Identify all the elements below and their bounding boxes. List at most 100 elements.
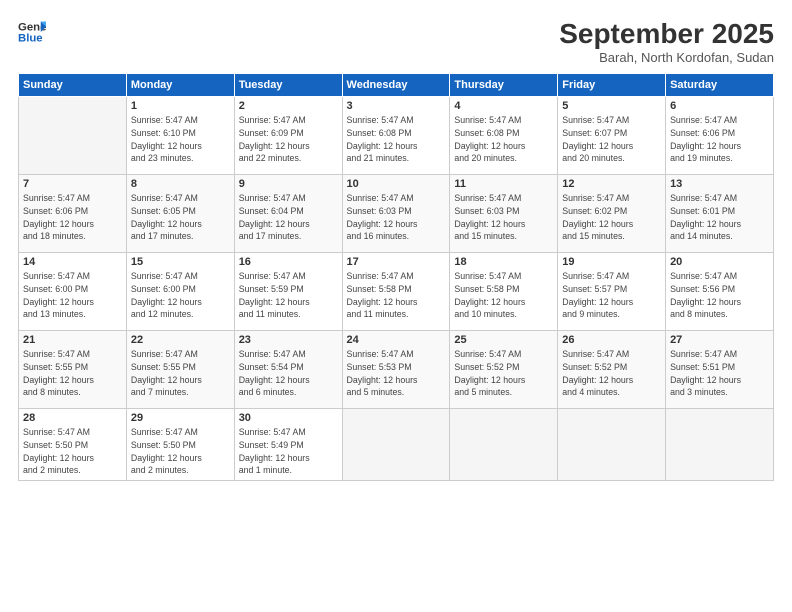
table-row: 11 Sunrise: 5:47 AM Sunset: 6:03 PM Dayli… bbox=[450, 175, 558, 253]
day-info: Sunrise: 5:47 AM Sunset: 6:04 PM Dayligh… bbox=[239, 192, 338, 243]
table-row: 15 Sunrise: 5:47 AM Sunset: 6:00 PM Dayli… bbox=[126, 253, 234, 331]
table-row: 28 Sunrise: 5:47 AM Sunset: 5:50 PM Dayli… bbox=[19, 409, 127, 481]
day-info: Sunrise: 5:47 AM Sunset: 5:55 PM Dayligh… bbox=[23, 348, 122, 399]
table-row: 25Sunrise: 5:47 AM Sunset: 5:52 PM Dayli… bbox=[450, 331, 558, 409]
day-info: Sunrise: 5:47 AM Sunset: 6:10 PM Dayligh… bbox=[131, 114, 230, 165]
day-number: 5 bbox=[562, 100, 661, 112]
day-info: Sunrise: 5:47 AM Sunset: 6:06 PM Dayligh… bbox=[670, 114, 769, 165]
day-number: 27 bbox=[670, 334, 769, 346]
day-info: Sunrise: 5:47 AM Sunset: 6:08 PM Dayligh… bbox=[454, 114, 553, 165]
table-row bbox=[558, 409, 666, 481]
col-saturday: Saturday bbox=[666, 74, 774, 97]
table-row: 1 Sunrise: 5:47 AM Sunset: 6:10 PM Daylig… bbox=[126, 97, 234, 175]
day-number: 29 bbox=[131, 412, 230, 424]
logo-icon: General Blue bbox=[18, 18, 46, 46]
day-info: Sunrise: 5:47 AM Sunset: 6:03 PM Dayligh… bbox=[454, 192, 553, 243]
day-number: 22 bbox=[131, 334, 230, 346]
location-subtitle: Barah, North Kordofan, Sudan bbox=[559, 50, 774, 65]
table-row: 30 Sunrise: 5:47 AM Sunset: 5:49 PM Dayli… bbox=[234, 409, 342, 481]
day-number: 3 bbox=[347, 100, 446, 112]
table-row: 14 Sunrise: 5:47 AM Sunset: 6:00 PM Dayli… bbox=[19, 253, 127, 331]
day-number: 15 bbox=[131, 256, 230, 268]
month-title: September 2025 bbox=[559, 18, 774, 50]
table-row: 20 Sunrise: 5:47 AM Sunset: 5:56 PM Dayli… bbox=[666, 253, 774, 331]
day-number: 23 bbox=[239, 334, 338, 346]
day-number: 1 bbox=[131, 100, 230, 112]
col-wednesday: Wednesday bbox=[342, 74, 450, 97]
day-info: Sunrise: 5:47 AM Sunset: 5:59 PM Dayligh… bbox=[239, 270, 338, 321]
col-tuesday: Tuesday bbox=[234, 74, 342, 97]
col-monday: Monday bbox=[126, 74, 234, 97]
day-number: 11 bbox=[454, 178, 553, 190]
day-info: Sunrise: 5:47 AM Sunset: 6:01 PM Dayligh… bbox=[670, 192, 769, 243]
logo: General Blue bbox=[18, 18, 46, 46]
day-info: Sunrise: 5:47 AM Sunset: 5:55 PM Dayligh… bbox=[131, 348, 230, 399]
table-row: 10 Sunrise: 5:47 AM Sunset: 6:03 PM Dayli… bbox=[342, 175, 450, 253]
table-row: 3 Sunrise: 5:47 AM Sunset: 6:08 PM Daylig… bbox=[342, 97, 450, 175]
day-number: 28 bbox=[23, 412, 122, 424]
day-info: Sunrise: 5:47 AM Sunset: 6:05 PM Dayligh… bbox=[131, 192, 230, 243]
day-number: 12 bbox=[562, 178, 661, 190]
table-row: 16 Sunrise: 5:47 AM Sunset: 5:59 PM Dayli… bbox=[234, 253, 342, 331]
table-row: 8 Sunrise: 5:47 AM Sunset: 6:05 PM Daylig… bbox=[126, 175, 234, 253]
calendar-table: Sunday Monday Tuesday Wednesday Thursday… bbox=[18, 73, 774, 481]
col-sunday: Sunday bbox=[19, 74, 127, 97]
day-number: 19 bbox=[562, 256, 661, 268]
table-row: 13Sunrise: 5:47 AM Sunset: 6:01 PM Dayli… bbox=[666, 175, 774, 253]
day-info: Sunrise: 5:47 AM Sunset: 6:00 PM Dayligh… bbox=[23, 270, 122, 321]
table-row: 12 Sunrise: 5:47 AM Sunset: 6:02 PM Dayli… bbox=[558, 175, 666, 253]
day-number: 10 bbox=[347, 178, 446, 190]
day-info: Sunrise: 5:47 AM Sunset: 6:02 PM Dayligh… bbox=[562, 192, 661, 243]
day-info: Sunrise: 5:47 AM Sunset: 5:51 PM Dayligh… bbox=[670, 348, 769, 399]
day-info: Sunrise: 5:47 AM Sunset: 5:57 PM Dayligh… bbox=[562, 270, 661, 321]
table-row: 22 Sunrise: 5:47 AM Sunset: 5:55 PM Dayli… bbox=[126, 331, 234, 409]
table-row: 23 Sunrise: 5:47 AM Sunset: 5:54 PM Dayli… bbox=[234, 331, 342, 409]
table-row: 21 Sunrise: 5:47 AM Sunset: 5:55 PM Dayli… bbox=[19, 331, 127, 409]
day-number: 16 bbox=[239, 256, 338, 268]
table-row: 24 Sunrise: 5:47 AM Sunset: 5:53 PM Dayli… bbox=[342, 331, 450, 409]
day-number: 18 bbox=[454, 256, 553, 268]
table-row bbox=[19, 97, 127, 175]
table-row: 17 Sunrise: 5:47 AM Sunset: 5:58 PM Dayli… bbox=[342, 253, 450, 331]
day-number: 21 bbox=[23, 334, 122, 346]
day-number: 17 bbox=[347, 256, 446, 268]
day-info: Sunrise: 5:47 AM Sunset: 5:50 PM Dayligh… bbox=[23, 426, 122, 477]
table-row bbox=[666, 409, 774, 481]
day-info: Sunrise: 5:47 AM Sunset: 5:58 PM Dayligh… bbox=[347, 270, 446, 321]
col-thursday: Thursday bbox=[450, 74, 558, 97]
table-row: 19 Sunrise: 5:47 AM Sunset: 5:57 PM Dayli… bbox=[558, 253, 666, 331]
day-number: 8 bbox=[131, 178, 230, 190]
day-info: Sunrise: 5:47 AM Sunset: 5:52 PM Dayligh… bbox=[454, 348, 553, 399]
title-block: September 2025 Barah, North Kordofan, Su… bbox=[559, 18, 774, 65]
calendar-header-row: Sunday Monday Tuesday Wednesday Thursday… bbox=[19, 74, 774, 97]
day-number: 14 bbox=[23, 256, 122, 268]
day-number: 7 bbox=[23, 178, 122, 190]
day-info: Sunrise: 5:47 AM Sunset: 6:06 PM Dayligh… bbox=[23, 192, 122, 243]
table-row: 6 Sunrise: 5:47 AM Sunset: 6:06 PM Daylig… bbox=[666, 97, 774, 175]
table-row bbox=[342, 409, 450, 481]
day-info: Sunrise: 5:47 AM Sunset: 6:07 PM Dayligh… bbox=[562, 114, 661, 165]
day-info: Sunrise: 5:47 AM Sunset: 6:08 PM Dayligh… bbox=[347, 114, 446, 165]
day-number: 20 bbox=[670, 256, 769, 268]
day-info: Sunrise: 5:47 AM Sunset: 5:52 PM Dayligh… bbox=[562, 348, 661, 399]
day-number: 30 bbox=[239, 412, 338, 424]
day-info: Sunrise: 5:47 AM Sunset: 6:00 PM Dayligh… bbox=[131, 270, 230, 321]
table-row: 7 Sunrise: 5:47 AM Sunset: 6:06 PM Daylig… bbox=[19, 175, 127, 253]
day-info: Sunrise: 5:47 AM Sunset: 6:03 PM Dayligh… bbox=[347, 192, 446, 243]
day-info: Sunrise: 5:47 AM Sunset: 5:54 PM Dayligh… bbox=[239, 348, 338, 399]
day-info: Sunrise: 5:47 AM Sunset: 5:49 PM Dayligh… bbox=[239, 426, 338, 477]
table-row: 18 Sunrise: 5:47 AM Sunset: 5:58 PM Dayli… bbox=[450, 253, 558, 331]
day-info: Sunrise: 5:47 AM Sunset: 5:53 PM Dayligh… bbox=[347, 348, 446, 399]
day-info: Sunrise: 5:47 AM Sunset: 6:09 PM Dayligh… bbox=[239, 114, 338, 165]
table-row: 4 Sunrise: 5:47 AM Sunset: 6:08 PM Daylig… bbox=[450, 97, 558, 175]
table-row: 26Sunrise: 5:47 AM Sunset: 5:52 PM Dayli… bbox=[558, 331, 666, 409]
day-number: 4 bbox=[454, 100, 553, 112]
day-info: Sunrise: 5:47 AM Sunset: 5:58 PM Dayligh… bbox=[454, 270, 553, 321]
day-number: 24 bbox=[347, 334, 446, 346]
day-number: 6 bbox=[670, 100, 769, 112]
table-row: 9Sunrise: 5:47 AM Sunset: 6:04 PM Daylig… bbox=[234, 175, 342, 253]
table-row: 29 Sunrise: 5:47 AM Sunset: 5:50 PM Dayli… bbox=[126, 409, 234, 481]
day-info: Sunrise: 5:47 AM Sunset: 5:56 PM Dayligh… bbox=[670, 270, 769, 321]
page-header: General Blue September 2025 Barah, North… bbox=[18, 18, 774, 65]
day-info: Sunrise: 5:47 AM Sunset: 5:50 PM Dayligh… bbox=[131, 426, 230, 477]
